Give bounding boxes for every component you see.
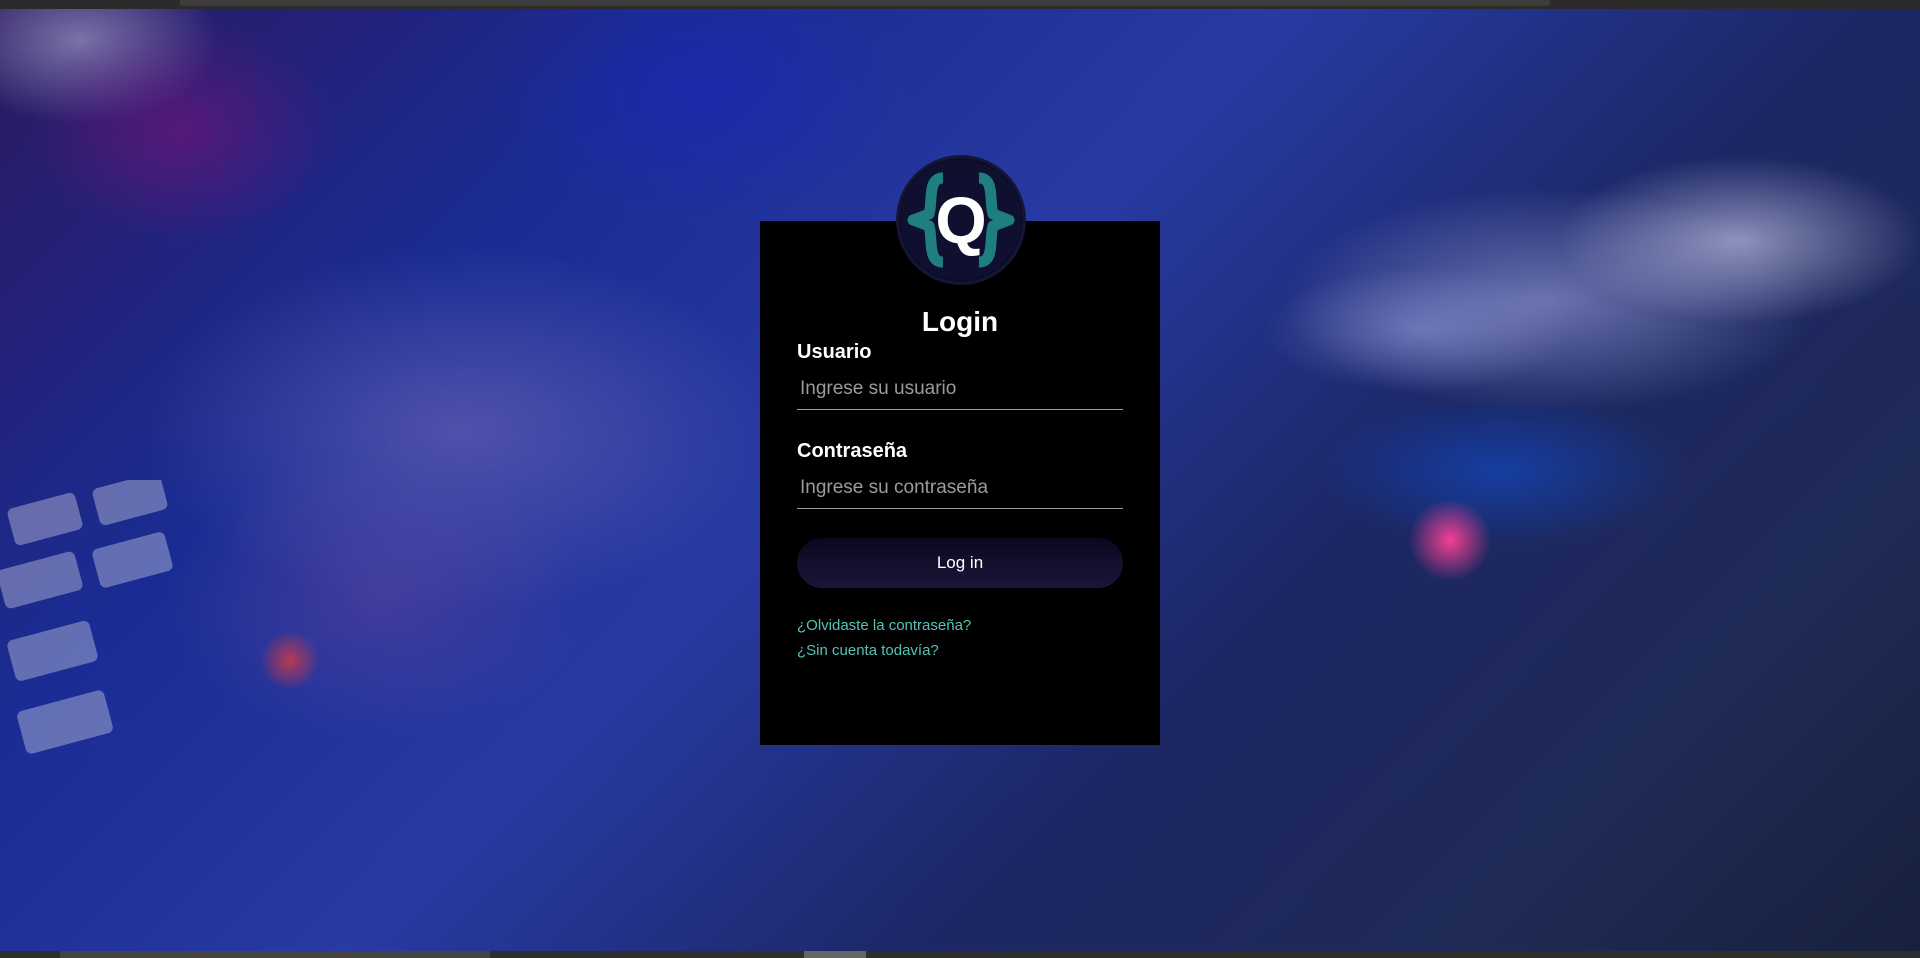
password-label: Contraseña	[797, 440, 908, 462]
login-title: Login	[921, 306, 999, 337]
browser-top-bar	[0, 0, 1920, 9]
horizontal-scrollbar-track[interactable]	[60, 951, 490, 958]
username-label: Usuario	[797, 341, 872, 363]
q-braces-logo-icon: Q	[901, 160, 1021, 280]
horizontal-scrollbar-thumb[interactable]	[804, 951, 866, 958]
signup-link[interactable]: ¿Sin cuenta todavía?	[797, 642, 939, 659]
app-logo: Q	[899, 158, 1023, 282]
top-scroll-track	[180, 0, 1550, 6]
svg-text:Q: Q	[935, 183, 986, 257]
login-button[interactable]: Log in	[797, 538, 1123, 588]
browser-bottom-bar	[0, 951, 1920, 958]
username-input[interactable]	[797, 368, 1123, 410]
password-input[interactable]	[797, 467, 1123, 509]
forgot-password-link[interactable]: ¿Olvidaste la contraseña?	[797, 617, 971, 634]
keyboard-keys-decoration	[0, 480, 173, 754]
